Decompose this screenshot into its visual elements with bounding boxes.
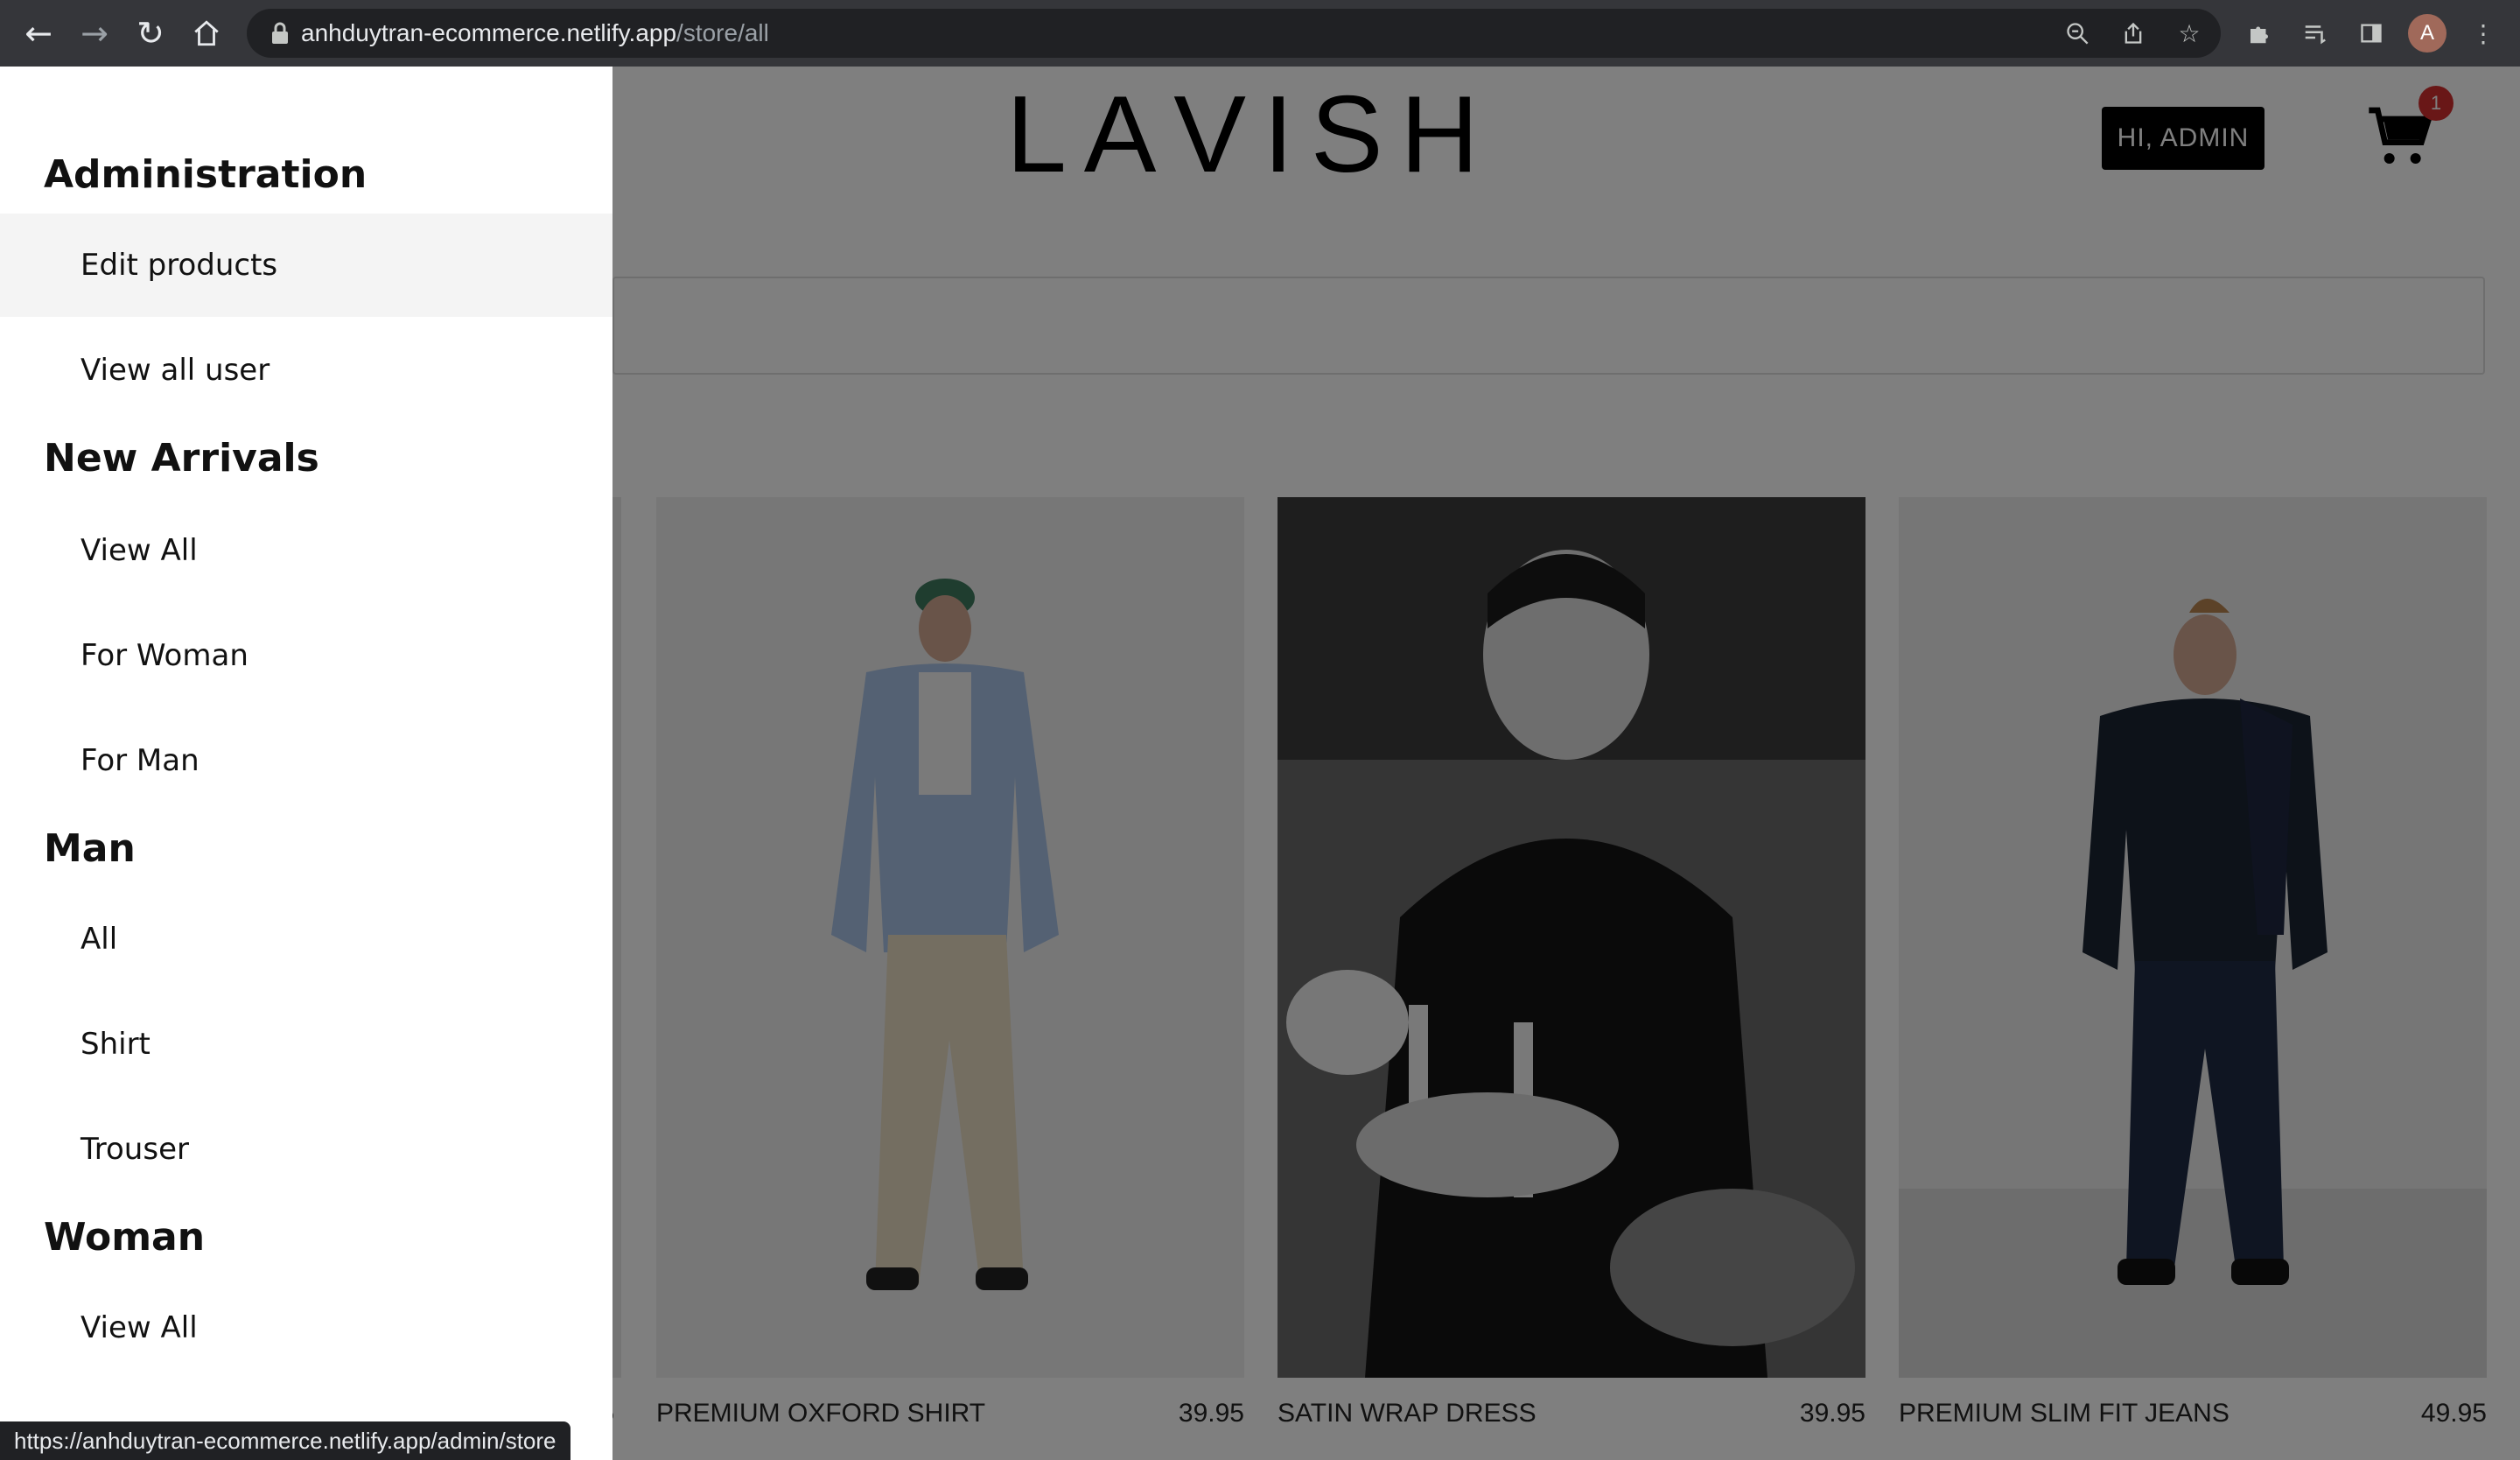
more-menu-icon[interactable]: ⋮ bbox=[2464, 14, 2502, 53]
menu-item-new-arrivals-view-all[interactable]: View All bbox=[0, 499, 612, 602]
profile-avatar[interactable]: A bbox=[2408, 14, 2446, 53]
section-title-man: Man bbox=[44, 826, 136, 871]
address-bar[interactable]: anhduytran-ecommerce.netlify.app/store/a… bbox=[247, 9, 2221, 58]
url-host: anhduytran-ecommerce.netlify.app bbox=[301, 19, 677, 46]
reading-list-icon[interactable] bbox=[2296, 14, 2334, 53]
extensions-icon[interactable] bbox=[2240, 14, 2278, 53]
share-icon[interactable] bbox=[2114, 14, 2152, 53]
side-panel-icon[interactable] bbox=[2352, 14, 2390, 53]
lock-icon[interactable] bbox=[259, 22, 301, 45]
menu-item-trouser[interactable]: Trouser bbox=[0, 1098, 612, 1201]
browser-toolbar: ← → ↻ anhduytran-ecommerce.netlify.app/s… bbox=[0, 0, 2520, 67]
home-icon[interactable] bbox=[178, 5, 234, 61]
section-title-administration: Administration bbox=[44, 152, 368, 197]
section-title-new-arrivals: New Arrivals bbox=[44, 436, 319, 481]
menu-item-man-all[interactable]: All bbox=[0, 888, 612, 991]
bookmark-star-icon[interactable]: ☆ bbox=[2170, 14, 2208, 53]
back-icon[interactable]: ← bbox=[10, 5, 66, 61]
url-text[interactable]: anhduytran-ecommerce.netlify.app/store/a… bbox=[301, 19, 769, 47]
menu-item-view-all-user[interactable]: View all user bbox=[0, 319, 612, 422]
menu-item-shirt[interactable]: Shirt bbox=[0, 993, 612, 1096]
status-bar-url: https://anhduytran-ecommerce.netlify.app… bbox=[0, 1421, 570, 1460]
url-path: /store/all bbox=[676, 19, 769, 46]
menu-item-for-man[interactable]: For Man bbox=[0, 709, 612, 812]
menu-item-woman-view-all[interactable]: View All bbox=[0, 1276, 612, 1379]
side-drawer: Administration Edit products View all us… bbox=[0, 67, 612, 1460]
section-title-woman: Woman bbox=[44, 1215, 206, 1260]
forward-icon[interactable]: → bbox=[66, 5, 122, 61]
menu-item-for-woman[interactable]: For Woman bbox=[0, 604, 612, 707]
reload-icon[interactable]: ↻ bbox=[122, 5, 178, 61]
menu-item-edit-products[interactable]: Edit products bbox=[0, 214, 612, 317]
zoom-icon[interactable] bbox=[2058, 14, 2096, 53]
